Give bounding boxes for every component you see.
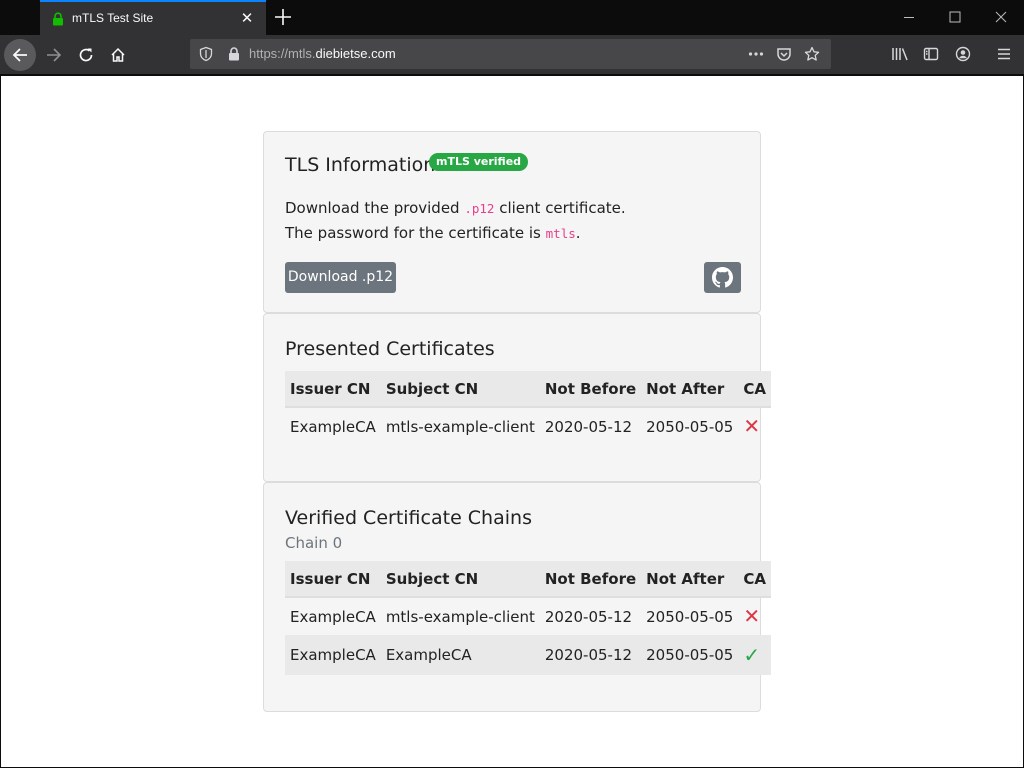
column-header: Not Before — [539, 561, 642, 598]
close-icon[interactable]: ✕ — [239, 10, 255, 26]
subject-cell: mtls-example-client — [385, 417, 535, 436]
password-code: mtls — [545, 226, 576, 241]
more-icon[interactable] — [748, 46, 764, 62]
back-icon[interactable] — [4, 39, 36, 71]
plus-icon[interactable] — [272, 6, 294, 28]
presented-certificates-card: Presented Certificates Issuer CN Subject… — [263, 313, 771, 482]
tls-information-card: TLS Information mTLS verified Download t… — [263, 131, 761, 313]
issuer-cell: ExampleCA — [290, 607, 376, 626]
github-button[interactable] — [704, 262, 741, 293]
not-after-cell: 2050-05-05 — [646, 417, 734, 436]
card-title: Verified Certificate Chains — [285, 507, 532, 529]
download-p12-button[interactable]: Download .p12 — [285, 262, 396, 293]
not-after-cell: 2050-05-05 — [641, 635, 739, 675]
menu-icon[interactable] — [996, 46, 1012, 62]
tab-active[interactable]: mTLS Test Site ✕ — [40, 0, 266, 35]
subject-cell: mtls-example-client — [385, 607, 535, 626]
ca-cell: ✓ — [738, 635, 771, 675]
pocket-icon[interactable] — [776, 46, 792, 62]
account-icon[interactable] — [955, 46, 971, 62]
table-row: ExampleCA mtls-example-client 2020-05-12… — [285, 407, 771, 445]
url-host: diebietse.com — [315, 46, 396, 61]
column-header: Issuer CN — [285, 371, 381, 408]
presented-certificates-table: Issuer CN Subject CN Not Before Not Afte… — [285, 371, 771, 445]
not-before-cell: 2020-05-12 — [539, 635, 642, 675]
ca-cell: ✕ — [738, 407, 771, 445]
sidebar-icon[interactable] — [923, 46, 939, 62]
lock-icon — [52, 11, 64, 26]
cross-icon: ✕ — [743, 414, 761, 438]
verified-chains-card: Verified Certificate Chains Chain 0 Issu… — [263, 482, 771, 712]
file-extension-code: .p12 — [464, 201, 495, 216]
tab-title: mTLS Test Site — [72, 11, 154, 25]
card-title: Presented Certificates — [285, 338, 495, 360]
subject-cell: ExampleCA — [380, 635, 540, 675]
check-icon: ✓ — [743, 642, 761, 667]
table-row: ExampleCA mtls-example-client 2020-05-12… — [285, 597, 771, 635]
download-instructions: Download the provided .p12 client certif… — [285, 199, 626, 217]
shield-icon[interactable] — [198, 46, 214, 62]
page-content: TLS Information mTLS verified Download t… — [1, 76, 1023, 767]
url-text[interactable]: https://mtls.diebietse.com — [249, 46, 396, 61]
home-icon[interactable] — [102, 39, 134, 71]
not-after-cell: 2050-05-05 — [646, 607, 734, 626]
not-before-cell: 2020-05-12 — [544, 417, 633, 436]
password-instructions: The password for the certificate is mtls… — [285, 224, 581, 242]
table-header-row: Issuer CN Subject CN Not Before Not Afte… — [285, 561, 771, 598]
column-header: Not After — [641, 561, 739, 598]
text: Download the provided — [285, 199, 465, 217]
text: The password for the certificate is — [285, 224, 546, 242]
lock-icon[interactable] — [226, 46, 242, 62]
column-header: Issuer CN — [285, 561, 381, 598]
url-bar[interactable]: https://mtls.diebietse.com — [190, 39, 831, 69]
minimize-icon[interactable] — [886, 0, 932, 35]
ca-cell: ✕ — [738, 597, 771, 635]
navigation-toolbar: https://mtls.diebietse.com — [0, 35, 1024, 75]
library-icon[interactable] — [891, 46, 908, 62]
issuer-cell: ExampleCA — [290, 417, 376, 436]
star-icon[interactable] — [804, 46, 820, 62]
column-header: Not After — [641, 371, 739, 408]
card-title: TLS Information — [285, 154, 436, 176]
forward-icon[interactable] — [38, 39, 70, 71]
reload-icon[interactable] — [70, 39, 102, 71]
column-header: Subject CN — [380, 371, 540, 408]
text: client certificate. — [494, 199, 626, 217]
table-row: ExampleCA ExampleCA 2020-05-12 2050-05-0… — [285, 635, 771, 675]
column-header: Not Before — [539, 371, 642, 408]
verified-chain-table: Issuer CN Subject CN Not Before Not Afte… — [285, 561, 771, 675]
text: . — [575, 224, 581, 242]
column-header: Subject CN — [380, 561, 540, 598]
column-header: CA — [738, 561, 771, 598]
url-prefix: https://mtls. — [249, 46, 316, 61]
cross-icon: ✕ — [743, 604, 761, 628]
not-before-cell: 2020-05-12 — [544, 607, 633, 626]
column-header: CA — [738, 371, 771, 408]
chain-label: Chain 0 — [285, 534, 343, 552]
issuer-cell: ExampleCA — [285, 635, 381, 675]
table-header-row: Issuer CN Subject CN Not Before Not Afte… — [285, 371, 771, 408]
maximize-icon[interactable] — [932, 0, 978, 35]
status-badge: mTLS verified — [429, 153, 529, 171]
window-close-icon[interactable] — [978, 0, 1024, 35]
tab-strip: mTLS Test Site ✕ — [0, 0, 1024, 35]
